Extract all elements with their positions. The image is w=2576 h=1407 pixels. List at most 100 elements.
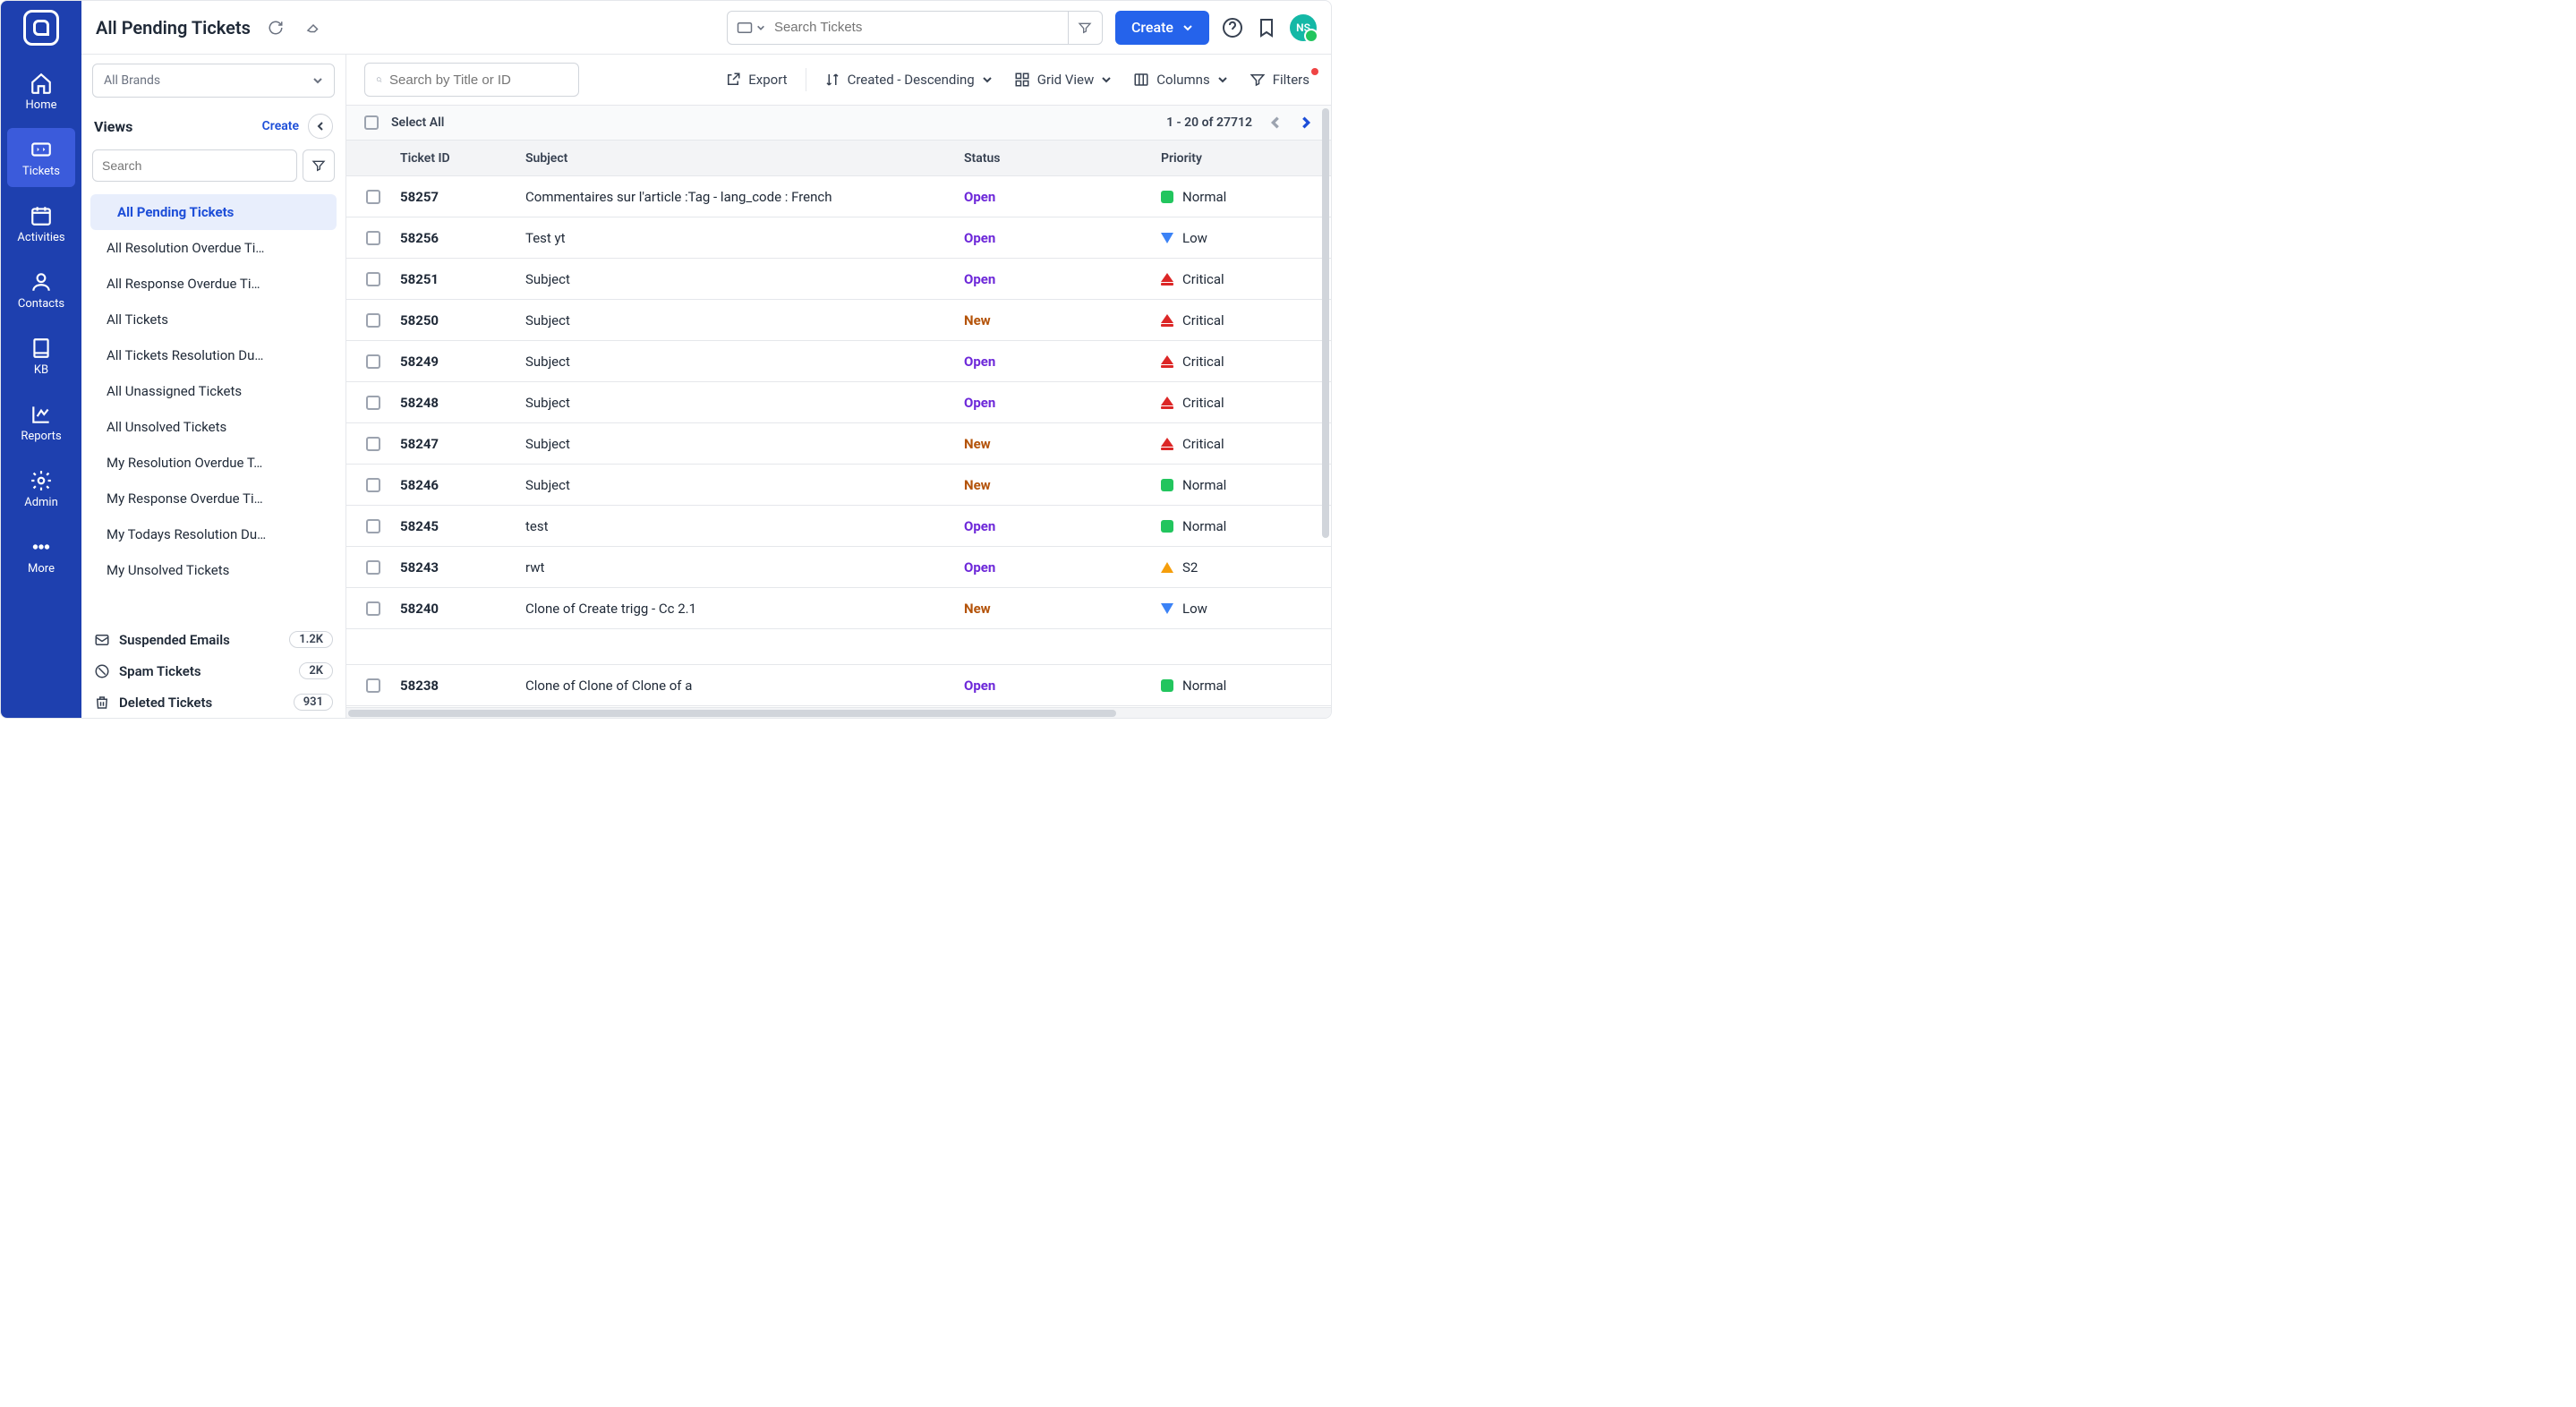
- view-item[interactable]: My Response Overdue Ti…: [90, 481, 337, 516]
- toolbar-search[interactable]: [364, 63, 579, 97]
- table-row[interactable]: 58248SubjectOpenCritical: [346, 382, 1331, 423]
- refresh-button[interactable]: [263, 15, 288, 40]
- search-input[interactable]: [774, 20, 1068, 35]
- row-checkbox[interactable]: [366, 396, 380, 410]
- search-scope-button[interactable]: [728, 21, 774, 34]
- view-item[interactable]: My Todays Resolution Du…: [90, 516, 337, 552]
- create-button[interactable]: Create: [1115, 11, 1209, 45]
- table-row[interactable]: 58251SubjectOpenCritical: [346, 259, 1331, 300]
- collapse-views-button[interactable]: [308, 114, 333, 139]
- toolbar-search-input[interactable]: [389, 72, 567, 88]
- th-priority[interactable]: Priority: [1161, 151, 1331, 166]
- table-row[interactable]: 58249SubjectOpenCritical: [346, 341, 1331, 382]
- view-toggle-button[interactable]: Grid View: [1011, 72, 1116, 88]
- table-row[interactable]: 58256Test ytOpenLow: [346, 217, 1331, 259]
- filters-button[interactable]: Filters: [1246, 72, 1313, 88]
- view-item[interactable]: All Response Overdue Ti…: [90, 266, 337, 302]
- view-item[interactable]: All Pending Tickets: [90, 194, 337, 230]
- table-row[interactable]: 58257Commentaires sur l'article :Tag - l…: [346, 176, 1331, 217]
- nav-kb[interactable]: KB: [7, 327, 75, 386]
- folder-item[interactable]: Deleted Tickets931: [81, 686, 345, 718]
- th-id[interactable]: Ticket ID: [400, 151, 525, 166]
- filter-icon: [1078, 21, 1092, 35]
- pager-prev[interactable]: [1268, 115, 1283, 130]
- chevron-down-icon: [1101, 74, 1112, 85]
- cell-priority: Critical: [1161, 271, 1331, 287]
- export-button[interactable]: Export: [721, 72, 790, 88]
- bookmark-icon[interactable]: [1256, 17, 1277, 38]
- vertical-scrollbar[interactable]: [1322, 108, 1329, 538]
- row-checkbox[interactable]: [366, 231, 380, 245]
- nav-more[interactable]: More: [7, 525, 75, 584]
- view-item[interactable]: My Resolution Overdue T…: [90, 445, 337, 481]
- views-search-input[interactable]: [92, 149, 297, 182]
- views-filter-button[interactable]: [303, 149, 335, 182]
- view-item[interactable]: My Unsolved Tickets: [90, 552, 337, 588]
- nav-tickets[interactable]: Tickets: [7, 128, 75, 187]
- row-checkbox[interactable]: [366, 601, 380, 616]
- row-checkbox[interactable]: [366, 678, 380, 693]
- table-row[interactable]: 58250SubjectNewCritical: [346, 300, 1331, 341]
- nav-admin[interactable]: Admin: [7, 459, 75, 518]
- folder-item[interactable]: Spam Tickets2K: [81, 655, 345, 686]
- row-checkbox[interactable]: [366, 519, 380, 533]
- cell-id: 58250: [400, 312, 525, 328]
- table-row[interactable]: 58238Clone of Clone of Clone of aOpenNor…: [346, 665, 1331, 706]
- row-checkbox[interactable]: [366, 437, 380, 451]
- chevron-down-icon: [1182, 22, 1193, 33]
- view-item[interactable]: All Unassigned Tickets: [90, 373, 337, 409]
- folder-item[interactable]: Suspended Emails1.2K: [81, 624, 345, 655]
- count-badge: 2K: [299, 662, 333, 679]
- filters-label: Filters: [1273, 72, 1309, 88]
- sort-button[interactable]: Created - Descending: [821, 72, 996, 88]
- help-icon[interactable]: [1222, 17, 1243, 38]
- view-item[interactable]: All Tickets: [90, 302, 337, 337]
- th-subject[interactable]: Subject: [525, 151, 964, 166]
- view-item[interactable]: All Tickets Resolution Du…: [90, 337, 337, 373]
- ticket-small-icon: [737, 21, 753, 34]
- table-row[interactable]: 58240Clone of Create trigg - Cc 2.1NewLo…: [346, 588, 1331, 629]
- avatar[interactable]: NS: [1290, 14, 1317, 41]
- view-item[interactable]: All Unsolved Tickets: [90, 409, 337, 445]
- nav-home[interactable]: Home: [7, 62, 75, 121]
- clear-button[interactable]: [301, 15, 326, 40]
- row-checkbox[interactable]: [366, 272, 380, 286]
- search-filter-button[interactable]: [1068, 11, 1102, 45]
- table-row[interactable]: 58247SubjectNewCritical: [346, 423, 1331, 465]
- cell-status: Open: [964, 559, 1161, 576]
- table-row[interactable]: 58245testOpenNormal: [346, 506, 1331, 547]
- columns-icon: [1133, 72, 1149, 88]
- row-checkbox[interactable]: [366, 354, 380, 369]
- row-checkbox[interactable]: [366, 478, 380, 492]
- cell-id: 58240: [400, 601, 525, 617]
- row-checkbox[interactable]: [366, 313, 380, 328]
- row-checkbox[interactable]: [366, 560, 380, 575]
- create-label: Create: [1131, 19, 1173, 36]
- count-badge: 1.2K: [289, 631, 333, 648]
- cell-priority: Low: [1161, 601, 1331, 617]
- nav-activities[interactable]: Activities: [7, 194, 75, 253]
- columns-label: Columns: [1156, 72, 1209, 88]
- row-checkbox[interactable]: [366, 190, 380, 204]
- brands-select[interactable]: All Brands: [92, 64, 335, 98]
- cell-priority: Normal: [1161, 678, 1331, 694]
- person-icon: [30, 270, 53, 294]
- views-create-link[interactable]: Create: [262, 119, 299, 133]
- columns-button[interactable]: Columns: [1130, 72, 1231, 88]
- cell-id: 58249: [400, 354, 525, 370]
- table-row[interactable]: 58246SubjectNewNormal: [346, 465, 1331, 506]
- nav-reports[interactable]: Reports: [7, 393, 75, 452]
- pager-next[interactable]: [1299, 115, 1313, 130]
- view-item[interactable]: All Resolution Overdue Ti…: [90, 230, 337, 266]
- global-search[interactable]: [727, 11, 1103, 45]
- cell-priority: Normal: [1161, 477, 1331, 493]
- th-status[interactable]: Status: [964, 151, 1161, 166]
- nav-contacts[interactable]: Contacts: [7, 260, 75, 320]
- chart-icon: [30, 403, 53, 426]
- horizontal-scrollbar[interactable]: [346, 707, 1331, 718]
- table-row[interactable]: 58243rwtOpenS2: [346, 547, 1331, 588]
- nav-label: More: [28, 562, 55, 576]
- app-logo[interactable]: [23, 10, 59, 46]
- select-all-checkbox[interactable]: [364, 115, 379, 130]
- cell-priority: Critical: [1161, 436, 1331, 452]
